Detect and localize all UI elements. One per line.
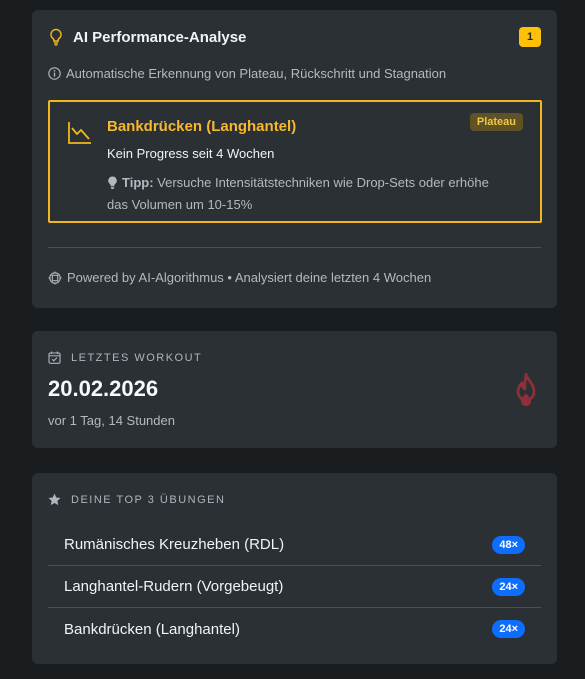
list-item[interactable]: Bankdrücken (Langhantel) 24×: [48, 608, 541, 650]
exercise-name: Bankdrücken (Langhantel): [64, 620, 240, 638]
alert-tip: Tipp: Versuche Intensitätstechniken wie …: [107, 172, 507, 216]
ai-subtitle-text: Automatische Erkennung von Plateau, Rück…: [66, 66, 447, 81]
exercise-count-badge: 24×: [492, 577, 525, 596]
tip-lightbulb-icon: [108, 176, 117, 189]
alert-message: Kein Progress seit 4 Wochen: [107, 146, 275, 161]
star-icon: [48, 493, 61, 506]
top-exercises-card: DEINE TOP 3 ÜBUNGEN Rumänisches Kreuzheb…: [32, 473, 557, 664]
ai-card-divider: [48, 247, 541, 248]
exercise-name: Rumänisches Kreuzheben (RDL): [64, 536, 285, 553]
tip-label: Tipp:: [122, 175, 154, 190]
last-workout-date: 20.02.2026: [48, 376, 159, 401]
last-workout-card[interactable]: LETZTES WORKOUT 20.02.2026 vor 1 Tag, 14…: [32, 331, 557, 448]
top-exercises-list: Rumänisches Kreuzheben (RDL) 48× Langhan…: [48, 524, 541, 650]
info-icon: [48, 67, 61, 80]
plateau-status-badge: Plateau: [469, 113, 523, 131]
list-item[interactable]: Langhantel-Rudern (Vorgebeugt) 24×: [48, 566, 541, 608]
cpu-icon: [48, 271, 62, 284]
exercise-name: Langhantel-Rudern (Vorgebeugt): [64, 578, 284, 595]
alert-count-badge: 1: [519, 27, 541, 47]
trend-down-icon: [68, 122, 91, 144]
exercise-count-badge: 48×: [492, 535, 525, 554]
top-exercises-heading-text: DEINE TOP 3 ÜBUNGEN: [71, 493, 226, 506]
list-item[interactable]: Rumänisches Kreuzheben (RDL) 48×: [48, 524, 541, 566]
ai-card-footer: Powered by AI-Algorithmus • Analysiert d…: [48, 270, 431, 285]
flame-icon: [516, 373, 536, 406]
ai-card-subtitle: Automatische Erkennung von Plateau, Rück…: [48, 66, 541, 81]
ai-card-header: AI Performance-Analyse 1: [48, 27, 541, 47]
ai-analysis-card: AI Performance-Analyse 1 Automatische Er…: [32, 10, 557, 308]
top-exercises-heading: DEINE TOP 3 ÜBUNGEN: [48, 493, 225, 506]
lightbulb-icon: [50, 28, 62, 46]
alert-exercise-name: Bankdrücken (Langhantel): [107, 118, 297, 135]
calendar-check-icon: [48, 351, 61, 364]
last-workout-heading-text: LETZTES WORKOUT: [71, 351, 203, 364]
last-workout-ago: vor 1 Tag, 14 Stunden: [48, 413, 175, 428]
plateau-alert[interactable]: Bankdrücken (Langhantel) Plateau Kein Pr…: [48, 100, 542, 223]
ai-footer-text: Powered by AI-Algorithmus • Analysiert d…: [67, 270, 432, 285]
ai-card-title: AI Performance-Analyse: [73, 28, 247, 46]
last-workout-heading: LETZTES WORKOUT: [48, 351, 202, 364]
tip-text: Versuche Intensitätstechniken wie Drop-S…: [107, 175, 489, 212]
exercise-count-badge: 24×: [492, 620, 525, 638]
